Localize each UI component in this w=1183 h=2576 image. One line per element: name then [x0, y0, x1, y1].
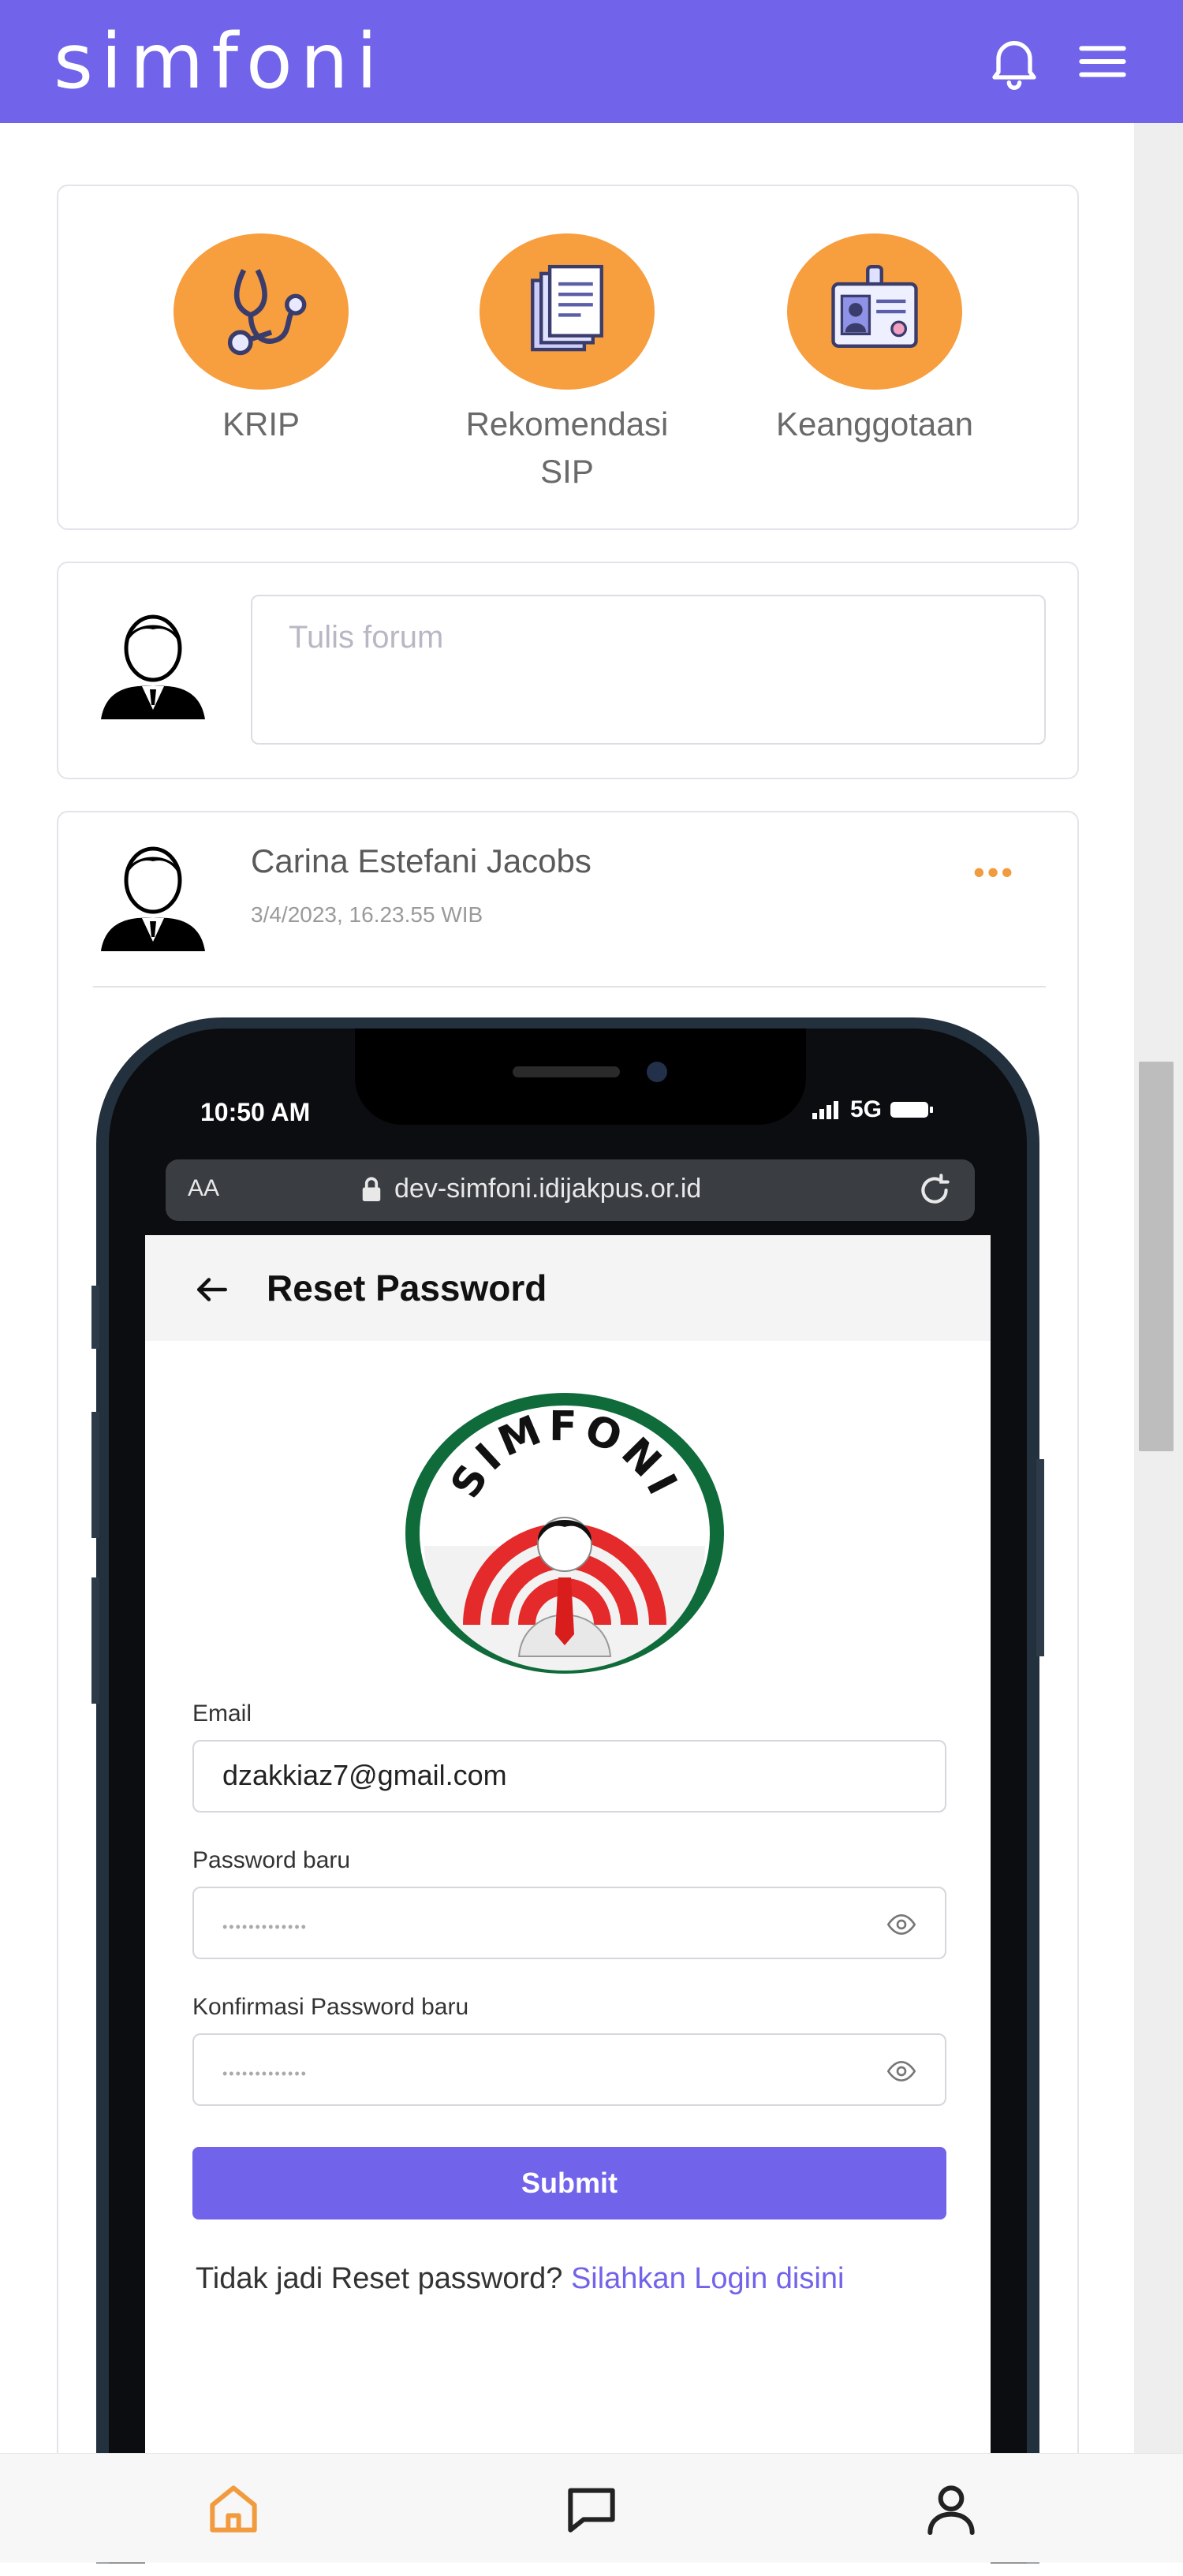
app-logo[interactable]: simfoni	[54, 14, 424, 109]
phone-side-button	[91, 1412, 99, 1538]
menu-item-keanggotaan[interactable]: Keanggotaan	[745, 233, 1005, 448]
phone-bezel: 10:50 AM 5G AA dev-simfoni.idijakpus.or.…	[109, 1029, 1027, 2576]
eye-icon[interactable]	[885, 2055, 918, 2087]
notch-camera	[647, 1062, 667, 1082]
password-field[interactable]: •••••••••••••	[192, 1887, 946, 1959]
app-header: simfoni	[0, 0, 1183, 123]
login-link[interactable]: Silahkan Login disini	[571, 2262, 844, 2295]
battery-icon	[890, 1102, 934, 1118]
browser-url-bar: AA dev-simfoni.idijakpus.or.id	[166, 1159, 975, 1221]
nav-profile[interactable]	[920, 2477, 983, 2541]
confirm-password-label: Konfirmasi Password baru	[192, 1994, 469, 2020]
menu-circle	[787, 233, 962, 390]
password-label: Password baru	[192, 1847, 351, 1873]
phone-side-button	[91, 1577, 99, 1704]
notch-speaker	[513, 1066, 620, 1077]
scrollbar-thumb[interactable]	[1139, 1062, 1174, 1451]
home-icon	[210, 2485, 257, 2533]
confirm-password-value: •••••••••••••	[222, 2066, 308, 2081]
confirm-password-field[interactable]: •••••••••••••	[192, 2033, 946, 2106]
screen-title: Reset Password	[267, 1267, 547, 1309]
menu-label-rekomendasi-sip: Rekomendasi SIP	[465, 405, 669, 490]
documents-icon	[531, 264, 603, 352]
bell-icon[interactable]	[983, 30, 1046, 93]
signal-icon	[812, 1101, 838, 1119]
compose-card: Tulis forum	[57, 562, 1079, 779]
post-image-phone[interactable]: 10:50 AM 5G AA dev-simfoni.idijakpus.or.…	[91, 1017, 1044, 2576]
phone-screen: Reset Password SIMFONI Email dzakkiaz7@g…	[145, 1235, 991, 2576]
menu-label-krip: KRIP	[222, 405, 300, 442]
more-dots-icon[interactable]: •••	[973, 853, 1015, 891]
url-text: dev-simfoni.idijakpus.or.id	[394, 1174, 702, 1204]
post-timestamp: 3/4/2023, 16.23.55 WIB	[251, 902, 483, 927]
submit-button[interactable]: Submit	[192, 2147, 946, 2219]
menu-circle	[480, 233, 655, 390]
stethoscope-icon	[227, 269, 307, 356]
status-time: 10:50 AM	[200, 1098, 311, 1126]
phone-side-button	[1036, 1459, 1044, 1656]
url-text-size: AA	[188, 1175, 220, 1201]
menu-item-krip[interactable]: KRIP	[131, 233, 391, 448]
quick-menu-card: KRIP Rekomendasi SIP Keanggotaan	[57, 185, 1079, 530]
lock-icon	[362, 1177, 381, 1201]
screen-topbar: Reset Password	[145, 1235, 991, 1341]
email-label: Email	[192, 1701, 252, 1727]
simfoni-emblem-logo: SIMFONI	[405, 1393, 724, 1674]
profile-icon	[927, 2485, 975, 2535]
post-author: Carina Estefani Jacobs	[251, 842, 592, 879]
login-prompt-line: Tidak jadi Reset password? Silahkan Logi…	[196, 2262, 844, 2296]
phone-side-button	[91, 1286, 99, 1349]
status-network: 5G	[850, 1096, 883, 1122]
password-value: •••••••••••••	[222, 1919, 308, 1935]
bottom-navigation	[0, 2453, 1183, 2563]
menu-item-rekomendasi-sip[interactable]: Rekomendasi SIP	[437, 233, 697, 495]
email-field[interactable]: dzakkiaz7@gmail.com	[192, 1740, 946, 1813]
avatar	[98, 842, 208, 956]
forum-compose-input[interactable]: Tulis forum	[251, 595, 1046, 745]
status-indicators: 5G	[811, 1096, 934, 1123]
eye-icon[interactable]	[885, 1909, 918, 1940]
hamburger-menu-icon[interactable]	[1071, 30, 1134, 93]
id-card-icon	[831, 264, 918, 348]
menu-label-keanggotaan: Keanggotaan	[776, 405, 973, 442]
reload-icon	[921, 1174, 950, 1204]
nav-chat[interactable]	[560, 2477, 623, 2541]
menu-circle	[174, 233, 349, 390]
divider	[93, 986, 1046, 987]
login-prompt-text: Tidak jadi Reset password?	[196, 2262, 563, 2295]
back-arrow-icon	[197, 1278, 227, 1301]
chat-icon	[568, 2488, 615, 2533]
nav-home[interactable]	[202, 2477, 265, 2541]
avatar	[98, 610, 208, 724]
phone-notch	[355, 1029, 806, 1125]
logo-text: simfoni	[54, 17, 386, 106]
